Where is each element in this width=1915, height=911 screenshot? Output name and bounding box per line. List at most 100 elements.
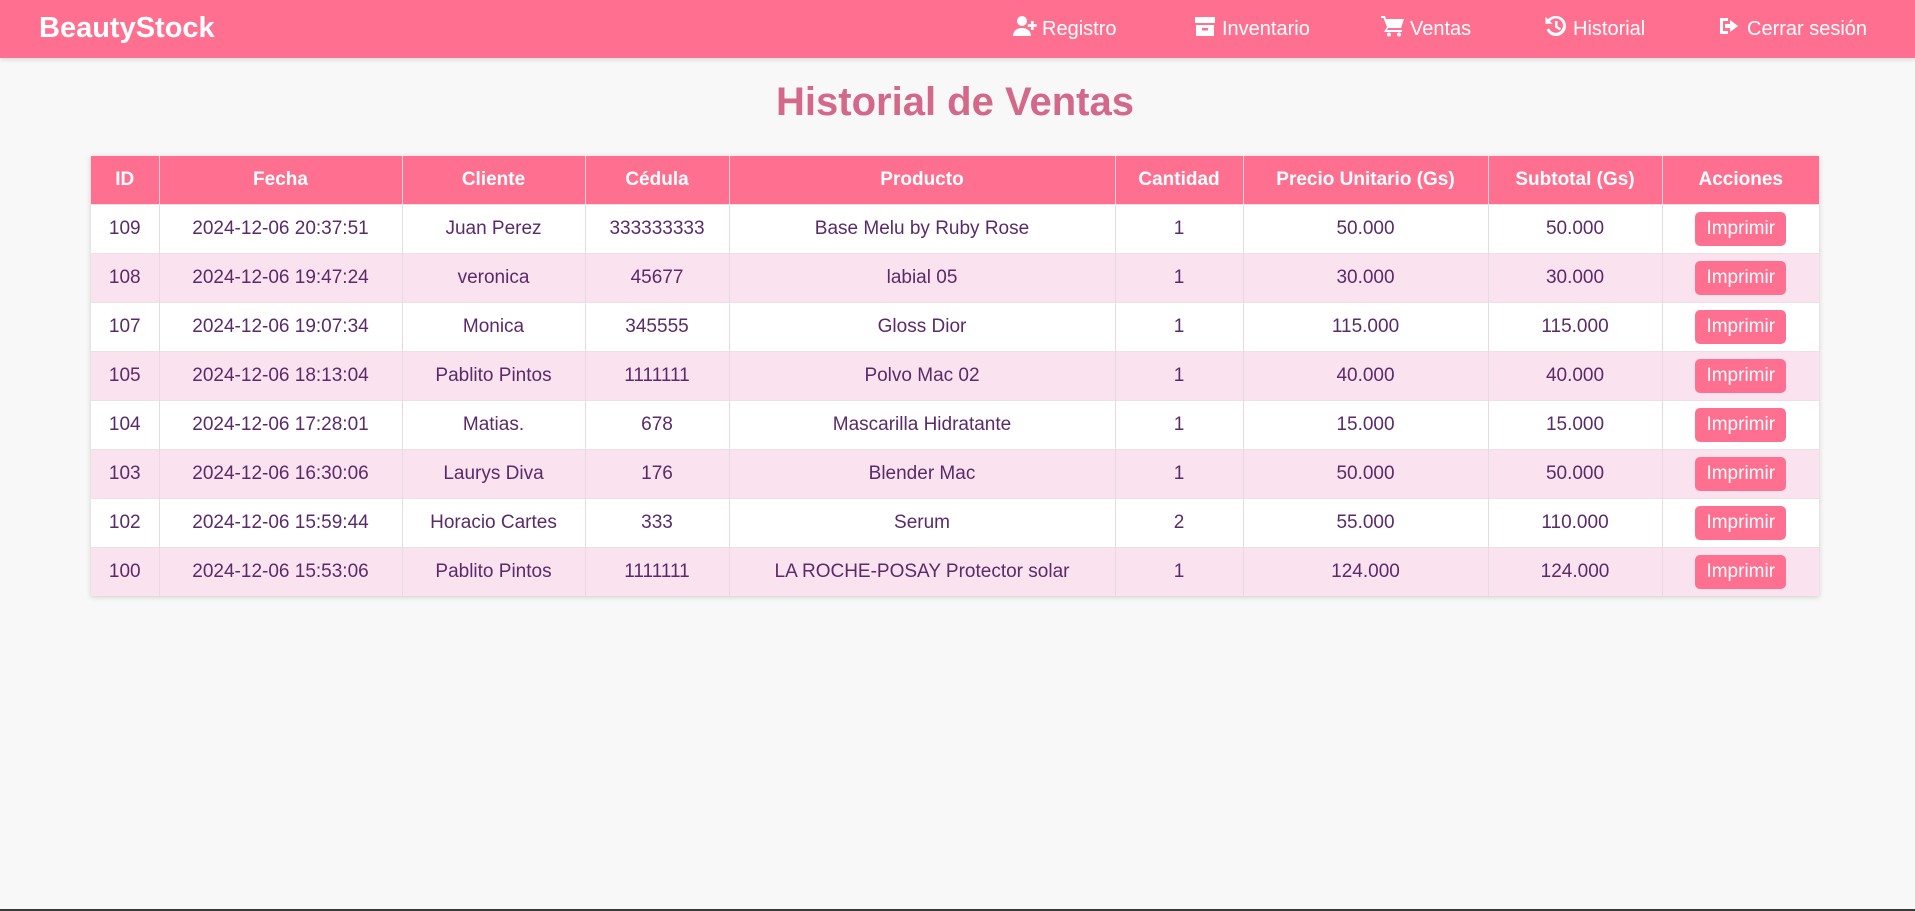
brand-logo[interactable]: BeautyStock [39,0,215,58]
column-header-id[interactable]: ID [91,156,160,204]
cell-fecha: 2024-12-06 18:13:04 [159,350,403,400]
cell-producto: labial 05 [729,252,1116,302]
column-header-subtotal[interactable]: Subtotal (Gs) [1488,156,1663,204]
cell-cedula: 333 [585,497,730,547]
table-row: 105 2024-12-06 18:13:04 Pablito Pintos 1… [91,350,1819,400]
cell-acciones: Imprimir [1662,448,1819,498]
cell-id: 109 [91,203,160,253]
cell-precio-unitario: 40.000 [1243,350,1489,400]
cart-icon [1381,15,1405,43]
cell-cliente: Monica [402,301,586,351]
column-header-cliente[interactable]: Cliente [402,156,586,204]
cell-cantidad: 1 [1115,546,1244,596]
cell-precio-unitario: 30.000 [1243,252,1489,302]
print-button[interactable]: Imprimir [1695,211,1787,246]
cell-cedula: 333333333 [585,203,730,253]
cell-acciones: Imprimir [1662,252,1819,302]
cell-cliente: Matias. [402,399,586,449]
cell-producto: Mascarilla Hidratante [729,399,1116,449]
table-row: 102 2024-12-06 15:59:44 Horacio Cartes 3… [91,497,1819,547]
cell-id: 104 [91,399,160,449]
user-plus-icon [1013,15,1037,43]
cell-fecha: 2024-12-06 15:53:06 [159,546,403,596]
cell-cliente: veronica [402,252,586,302]
nav-link-registro[interactable]: Registro [1013,0,1116,58]
nav-link-label: Historial [1573,17,1646,40]
cell-subtotal: 124.000 [1488,546,1663,596]
print-button[interactable]: Imprimir [1695,554,1787,589]
cell-fecha: 2024-12-06 17:28:01 [159,399,403,449]
navbar: BeautyStock Registro Inventario Ventas H… [0,0,1915,58]
table-row: 109 2024-12-06 20:37:51 Juan Perez 33333… [91,203,1819,253]
nav-link-ventas[interactable]: Ventas [1381,0,1471,58]
cell-cliente: Pablito Pintos [402,546,586,596]
print-button[interactable]: Imprimir [1695,456,1787,491]
print-button[interactable]: Imprimir [1695,407,1787,442]
sales-history-table: ID Fecha Cliente Cédula Producto Cantida… [91,156,1819,596]
cell-fecha: 2024-12-06 16:30:06 [159,448,403,498]
column-header-cedula[interactable]: Cédula [585,156,730,204]
cell-precio-unitario: 50.000 [1243,203,1489,253]
cell-producto: LA ROCHE-POSAY Protector solar [729,546,1116,596]
nav-link-label: Cerrar sesión [1747,17,1868,40]
cell-precio-unitario: 115.000 [1243,301,1489,351]
cell-cliente: Juan Perez [402,203,586,253]
column-header-fecha[interactable]: Fecha [159,156,403,204]
cell-cantidad: 1 [1115,301,1244,351]
box-icon [1193,15,1217,43]
cell-cliente: Horacio Cartes [402,497,586,547]
cell-id: 108 [91,252,160,302]
cell-cantidad: 1 [1115,448,1244,498]
cell-acciones: Imprimir [1662,546,1819,596]
column-header-precio-unitario[interactable]: Precio Unitario (Gs) [1243,156,1489,204]
cell-cantidad: 1 [1115,350,1244,400]
cell-producto: Base Melu by Ruby Rose [729,203,1116,253]
cell-fecha: 2024-12-06 20:37:51 [159,203,403,253]
column-header-cantidad[interactable]: Cantidad [1115,156,1244,204]
cell-producto: Serum [729,497,1116,547]
cell-fecha: 2024-12-06 19:07:34 [159,301,403,351]
cell-acciones: Imprimir [1662,399,1819,449]
cell-subtotal: 50.000 [1488,203,1663,253]
nav-link-inventario[interactable]: Inventario [1193,0,1310,58]
cell-subtotal: 110.000 [1488,497,1663,547]
table-row: 100 2024-12-06 15:53:06 Pablito Pintos 1… [91,546,1819,596]
cell-cedula: 176 [585,448,730,498]
print-button[interactable]: Imprimir [1695,505,1787,540]
table-row: 108 2024-12-06 19:47:24 veronica 45677 l… [91,252,1819,302]
cell-producto: Blender Mac [729,448,1116,498]
cell-precio-unitario: 55.000 [1243,497,1489,547]
column-header-acciones: Acciones [1662,156,1819,204]
table-row: 104 2024-12-06 17:28:01 Matias. 678 Masc… [91,399,1819,449]
cell-producto: Polvo Mac 02 [729,350,1116,400]
print-button[interactable]: Imprimir [1695,309,1787,344]
cell-subtotal: 30.000 [1488,252,1663,302]
nav-link-historial[interactable]: Historial [1544,0,1645,58]
history-icon [1544,15,1568,43]
cell-precio-unitario: 124.000 [1243,546,1489,596]
cell-cantidad: 1 [1115,399,1244,449]
cell-subtotal: 15.000 [1488,399,1663,449]
cell-id: 103 [91,448,160,498]
column-header-producto[interactable]: Producto [729,156,1116,204]
print-button[interactable]: Imprimir [1695,260,1787,295]
cell-cedula: 678 [585,399,730,449]
cell-id: 107 [91,301,160,351]
sign-out-icon [1718,15,1742,43]
cell-id: 100 [91,546,160,596]
nav-link-cerrar-sesion[interactable]: Cerrar sesión [1718,0,1867,58]
cell-cliente: Pablito Pintos [402,350,586,400]
cell-fecha: 2024-12-06 19:47:24 [159,252,403,302]
cell-cantidad: 1 [1115,203,1244,253]
sales-table: ID Fecha Cliente Cédula Producto Cantida… [91,156,1819,596]
cell-producto: Gloss Dior [729,301,1116,351]
print-button[interactable]: Imprimir [1695,358,1787,393]
page-title: Historial de Ventas [776,80,1134,124]
table-row: 103 2024-12-06 16:30:06 Laurys Diva 176 … [91,448,1819,498]
cell-precio-unitario: 50.000 [1243,448,1489,498]
cell-cedula: 345555 [585,301,730,351]
cell-cedula: 1111111 [585,350,730,400]
cell-acciones: Imprimir [1662,301,1819,351]
nav-link-label: Registro [1042,17,1117,40]
cell-subtotal: 115.000 [1488,301,1663,351]
